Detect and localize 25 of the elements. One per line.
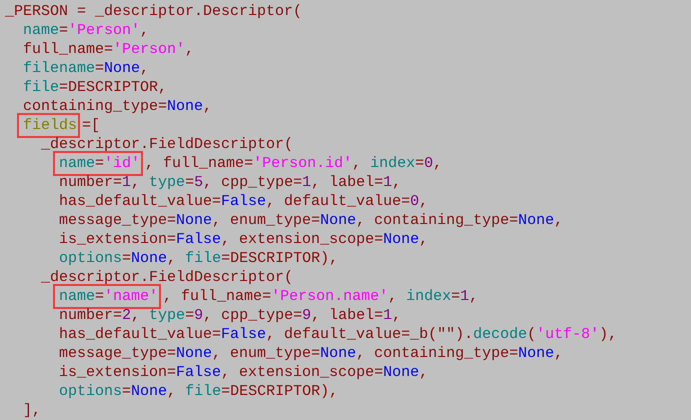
- code-text: _descriptor.FieldDescriptor(: [41, 136, 294, 153]
- code-text: options=None, file=DESCRIPTOR),: [59, 250, 338, 267]
- highlighted-code: fields: [17, 113, 80, 138]
- code-text: file=DESCRIPTOR,: [23, 79, 168, 96]
- highlighted-code: name='id': [53, 151, 144, 176]
- code-text: number=2, type=9, cpp_type=9, label=1,: [59, 307, 402, 324]
- code-text: options=None, file=DESCRIPTOR),: [59, 383, 338, 400]
- code-text: _descriptor.FieldDescriptor(: [41, 269, 294, 286]
- code-text: is_extension=False, extension_scope=None,: [59, 364, 428, 381]
- code-text: containing_type=None,: [23, 98, 212, 115]
- code-text: _PERSON = _descriptor.Descriptor(: [5, 3, 302, 20]
- code-text: has_default_value=False, default_value=_b("").decode('utf-8'),: [59, 326, 618, 343]
- code-text: name='Person',: [23, 22, 150, 39]
- code-text: =[: [82, 117, 100, 134]
- code-text: , full_name='Person.name', index=1,: [163, 288, 478, 305]
- code-text: has_default_value=False, default_value=0,: [59, 193, 428, 210]
- code-text: message_type=None, enum_type=None, containing_type=None,: [59, 212, 564, 229]
- code-text: number=1, type=5, cpp_type=1, label=1,: [59, 174, 402, 191]
- code-text: is_extension=False, extension_scope=None,: [59, 231, 428, 248]
- code-text: message_type=None, enum_type=None, containing_type=None,: [59, 345, 564, 362]
- code-text: full_name='Person',: [23, 41, 194, 58]
- highlighted-code: name='name': [53, 284, 162, 309]
- code-text: ],: [23, 402, 42, 419]
- code-text: , full_name='Person.id', index=0,: [145, 155, 442, 172]
- code-text: filename=None,: [23, 60, 150, 77]
